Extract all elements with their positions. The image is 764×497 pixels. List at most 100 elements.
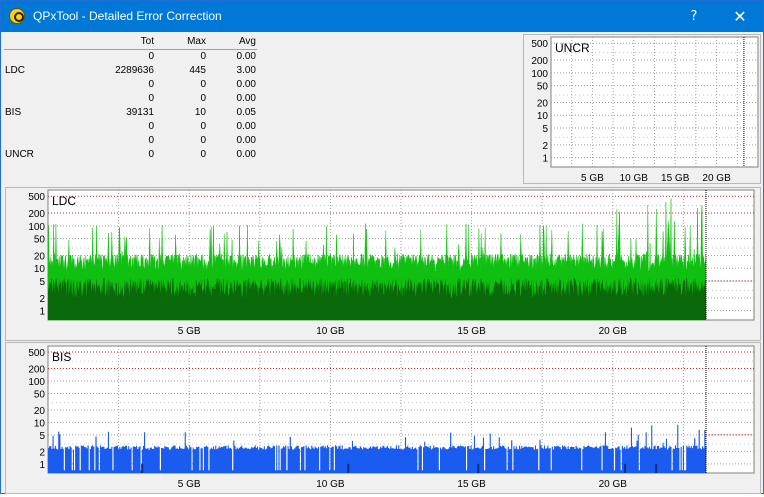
bis-y-tick-label: 1 bbox=[39, 460, 45, 471]
uncr-y-tick-label: 10 bbox=[537, 111, 549, 122]
uncr-y-tick-label: 500 bbox=[531, 39, 548, 50]
stats-tot: 0 bbox=[148, 120, 154, 132]
bis-y-tick-label: 2 bbox=[39, 447, 45, 458]
stats-row-label bbox=[4, 49, 62, 63]
stats-row-label bbox=[4, 133, 62, 147]
bis-dark-mark bbox=[477, 463, 480, 473]
ldc-y-tick-label: 5 bbox=[39, 277, 45, 288]
uncr-y-tick-label: 100 bbox=[531, 69, 548, 80]
stats-tot: 0 bbox=[148, 134, 154, 146]
stats-row-label: BIS bbox=[5, 106, 22, 118]
bis-chart-label: BIS bbox=[52, 350, 71, 364]
bis-chart-panel: 500 200 100 50 20 10 5 2 1 5 GB 10 GB 15 GB 20 GB BIS bbox=[5, 342, 761, 494]
uncr-x-tick-label: 15 GB bbox=[661, 173, 690, 183]
stats-row: 0 0 0.00 bbox=[4, 119, 257, 133]
ldc-y-tick-label: 500 bbox=[28, 192, 45, 203]
uncr-y-tick-label: 50 bbox=[537, 82, 549, 93]
ldc-y-tick-label: 10 bbox=[34, 264, 46, 275]
stats-avg: 0.05 bbox=[236, 106, 256, 118]
bis-x-tick-label: 20 GB bbox=[599, 479, 628, 490]
stats-tot: 39131 bbox=[126, 106, 154, 118]
stats-avg: 0.00 bbox=[236, 148, 256, 160]
title-bar[interactable]: QPxTool - Detailed Error Correction ? ✕ bbox=[1, 1, 763, 32]
bis-y-tick-label: 500 bbox=[28, 348, 45, 359]
bis-x-tick-label: 10 GB bbox=[316, 479, 345, 490]
bis-y-tick-label: 5 bbox=[39, 431, 45, 442]
ldc-y-tick-label: 20 bbox=[34, 251, 46, 262]
stats-row-label bbox=[4, 77, 62, 91]
stats-header-max: Max bbox=[155, 34, 207, 50]
uncr-chart: 5002001005020105215 GB 10 GB 15 GB 20 GBUNC… bbox=[531, 36, 759, 184]
stats-row: LDC 2289636 445 3.00 bbox=[4, 63, 257, 77]
stats-avg: 0.00 bbox=[236, 120, 256, 132]
ldc-chart: 5002001005020105215 GB 10 GB 15 GB 20 GBLDC bbox=[28, 189, 755, 337]
ldc-x-tick-label: 10 GB bbox=[316, 326, 345, 337]
stats-max: 0 bbox=[200, 92, 206, 104]
stats-header-avg: Avg bbox=[207, 34, 257, 50]
stats-tot: 2289636 bbox=[115, 64, 154, 76]
stats-tot: 0 bbox=[148, 78, 154, 90]
ldc-y-tick-label: 200 bbox=[28, 209, 45, 220]
stats-row: 0 0 0.00 bbox=[4, 77, 257, 91]
bis-y-tick-label: 50 bbox=[34, 389, 46, 400]
ldc-y-tick-label: 2 bbox=[39, 294, 45, 305]
uncr-chart-panel: 500 200 100 50 20 10 5 2 1 5 GB 10 GB 15 GB 20 GB UNC… bbox=[523, 34, 761, 184]
ldc-x-tick-label: 5 GB bbox=[178, 326, 201, 337]
ldc-y-tick-label: 1 bbox=[39, 307, 45, 318]
stats-max: 445 bbox=[189, 64, 206, 76]
help-button[interactable]: ? bbox=[671, 1, 717, 32]
bis-y-tick-label: 100 bbox=[28, 377, 45, 388]
ldc-y-tick-label: 50 bbox=[34, 235, 46, 246]
ldc-x-tick-label: 15 GB bbox=[457, 326, 486, 337]
stats-max: 0 bbox=[200, 148, 206, 160]
stats-tot: 0 bbox=[148, 92, 154, 104]
uncr-y-tick-label: 200 bbox=[531, 56, 548, 67]
ldc-chart-label: LDC bbox=[52, 194, 76, 208]
bis-dark-mark bbox=[655, 463, 658, 473]
bis-x-tick-label: 5 GB bbox=[178, 479, 201, 490]
stats-max: 0 bbox=[200, 50, 206, 62]
uncr-x-tick-label: 5 GB bbox=[581, 173, 604, 183]
stats-avg: 3.00 bbox=[236, 64, 256, 76]
stats-row-label bbox=[4, 119, 62, 133]
bis-dark-mark bbox=[141, 463, 144, 473]
qpxtool-logo-icon bbox=[9, 8, 25, 24]
stats-row: BIS 39131 10 0.05 bbox=[4, 105, 257, 119]
bis-dark-mark bbox=[347, 463, 350, 473]
stats-row: 0 0 0.00 bbox=[4, 133, 257, 147]
close-button[interactable]: ✕ bbox=[717, 1, 763, 32]
uncr-plot-area bbox=[550, 36, 759, 168]
bis-dark-mark bbox=[624, 463, 627, 473]
uncr-x-tick-label: 20 GB bbox=[702, 173, 731, 183]
stats-max: 0 bbox=[200, 78, 206, 90]
stats-avg: 0.00 bbox=[236, 50, 256, 62]
bis-y-tick-label: 20 bbox=[34, 406, 46, 417]
stats-row: UNCR 0 0 0.00 bbox=[4, 147, 257, 161]
stats-table: Tot Max Avg 0 0 0.00 LDC 2289636 445 3.00 000… bbox=[4, 34, 257, 166]
stats-tot: 0 bbox=[148, 148, 154, 160]
stats-row-label: UNCR bbox=[5, 148, 34, 160]
stats-row: 0 0 0.00 bbox=[4, 91, 257, 105]
stats-max: 10 bbox=[194, 106, 206, 118]
ldc-y-tick-label: 100 bbox=[28, 222, 45, 233]
stats-avg: 0.00 bbox=[236, 92, 256, 104]
uncr-y-tick-label: 1 bbox=[542, 154, 548, 165]
stats-max: 0 bbox=[200, 134, 206, 146]
ldc-x-tick-label: 20 GB bbox=[599, 326, 628, 337]
uncr-y-tick-label: 20 bbox=[537, 98, 549, 109]
uncr-x-tick-label: 10 GB bbox=[620, 173, 649, 183]
stats-header-row: Tot Max Avg bbox=[4, 34, 257, 50]
uncr-chart-label: UNCR bbox=[555, 41, 590, 55]
stats-row-label bbox=[4, 91, 62, 105]
stats-tot: 0 bbox=[148, 50, 154, 62]
bis-y-tick-label: 200 bbox=[28, 365, 45, 376]
bis-y-tick-label: 10 bbox=[34, 418, 46, 429]
ldc-chart-panel: 500 200 100 50 20 10 5 2 1 5 GB 10 GB 15 GB 20 GB LDC bbox=[5, 187, 761, 341]
stats-avg: 0.00 bbox=[236, 134, 256, 146]
stats-header-label bbox=[4, 34, 62, 50]
stats-header-tot: Tot bbox=[62, 34, 155, 50]
bis-chart: 5002001005020105215 GB 10 GB 15 GB 20 GBBIS bbox=[28, 345, 755, 490]
stats-avg: 0.00 bbox=[236, 78, 256, 90]
window-title: QPxTool - Detailed Error Correction bbox=[33, 9, 222, 23]
main-window: QPxTool - Detailed Error Correction ? ✕ … bbox=[0, 0, 764, 494]
